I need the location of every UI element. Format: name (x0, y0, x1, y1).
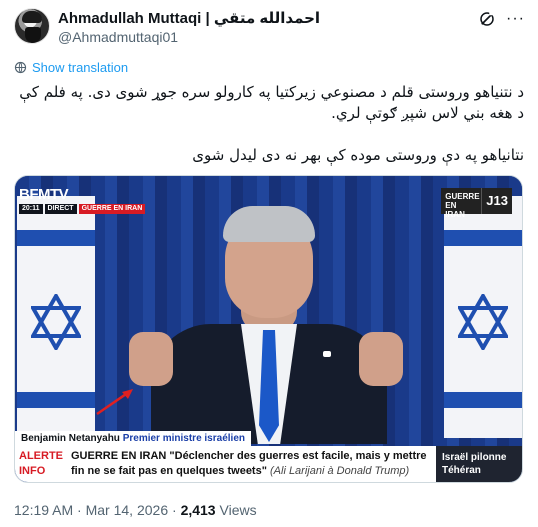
israel-flag-left (17, 196, 95, 438)
topic-tag: GUERRE EN IRAN (78, 204, 146, 214)
right-hand (359, 332, 403, 386)
tweet-metadata: 12:19 AM · Mar 14, 2026 · 2,413 Views (14, 502, 257, 518)
left-hand (129, 332, 173, 386)
views-label: Views (219, 502, 257, 518)
tweet-date[interactable]: Mar 14, 2026 (86, 502, 169, 518)
tweet-paragraph: د نتنیاهو وروستی قلم د مصنوعي زیرکتیا په… (19, 83, 524, 122)
tweet-time[interactable]: 12:19 AM (14, 502, 73, 518)
speaker-lower-third: Benjamin Netanyahu Premier ministre isra… (15, 431, 251, 446)
ticker-side-box: Israël pilonne Téhéran (436, 446, 522, 482)
globe-icon (14, 61, 27, 73)
display-name[interactable]: Ahmadullah Muttaqi | احمدالله متقي (58, 9, 320, 27)
tweet-paragraph: نتانیاهو په دې وروستی موده کې بهر نه دی … (192, 146, 524, 164)
ticker-attribution: (Ali Larijani à Donald Trump) (270, 465, 410, 477)
avatar[interactable] (14, 8, 50, 44)
ticker-text: GUERRE EN IRAN "Déclencher des guerres e… (71, 449, 431, 479)
tweet-text: د نتنیاهو وروستی قلم د مصنوعي زیرکتیا په… (14, 82, 524, 187)
alert-line: INFO (19, 465, 46, 477)
side-line: Téhéran (442, 465, 481, 476)
more-horizontal-icon[interactable]: ··· (506, 10, 524, 28)
side-line: Israël pilonne (442, 452, 507, 463)
star-of-david-icon (458, 294, 508, 350)
avatar-turban (22, 11, 42, 23)
tweet-video[interactable]: BFMTV 20:11 DIRECT GUERRE EN IRAN GUERRE… (14, 175, 523, 483)
broadcast-time: 20:11 (19, 204, 43, 214)
star-of-david-icon (31, 294, 81, 350)
channel-badge: GUERRE EN IRAN J13 (441, 188, 512, 219)
channel-topic: GUERRE EN IRAN (441, 188, 482, 219)
separator-dot: · (172, 502, 177, 518)
direct-label: DIRECT (44, 204, 77, 214)
bfmtv-logo: BFMTV (19, 186, 69, 203)
tweet-header: Ahmadullah Muttaqi | احمدالله متقي @Ahma… (14, 8, 524, 48)
speaker-name: Benjamin Netanyahu (21, 433, 120, 444)
views-count: 2,413 (180, 502, 216, 518)
show-translation-link[interactable]: Show translation (14, 59, 128, 75)
ticker-topic: GUERRE EN IRAN (71, 450, 167, 462)
news-ticker: ALERTE INFO GUERRE EN IRAN "Déclencher d… (15, 446, 522, 482)
alert-badge: ALERTE INFO (15, 446, 67, 482)
speaker-role: Premier ministre israélien (122, 433, 245, 444)
israel-flag-right (444, 196, 522, 438)
user-handle[interactable]: @Ahmadmuttaqi01 (58, 29, 178, 45)
speaker-figure (129, 206, 403, 444)
avatar-beard (25, 27, 41, 43)
channel-number: J13 (481, 188, 512, 214)
alert-line: ALERTE (19, 450, 63, 462)
grok-icon[interactable] (478, 10, 496, 28)
show-translation-label[interactable]: Show translation (32, 60, 128, 75)
red-arrow-icon (96, 389, 133, 416)
separator-dot: · (77, 502, 82, 518)
bfmtv-info-bar: 20:11 DIRECT GUERRE EN IRAN (19, 204, 146, 214)
